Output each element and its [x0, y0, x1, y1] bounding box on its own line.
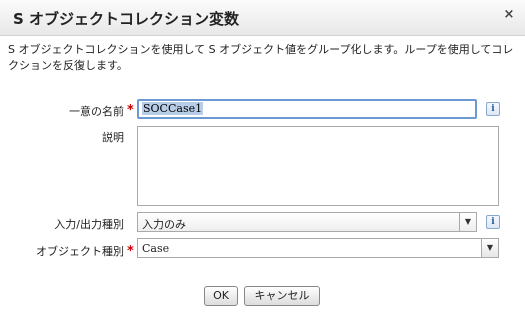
- unique-name-required-mark: *: [127, 103, 134, 118]
- io-type-info-icon[interactable]: i: [486, 215, 500, 229]
- object-type-value: Case: [142, 242, 170, 255]
- ok-button[interactable]: OK: [204, 286, 238, 306]
- description-label: 説明: [102, 131, 124, 144]
- unique-name-label: 一意の名前: [69, 105, 124, 118]
- sobject-collection-variable-dialog: S オブジェクトコレクション変数 × S オブジェクトコレクションを使用して S…: [0, 0, 525, 312]
- chevron-down-icon[interactable]: ▼: [481, 239, 498, 257]
- io-type-select[interactable]: 入力のみ ▼: [137, 212, 477, 232]
- io-type-label: 入力/出力種別: [54, 218, 124, 231]
- io-type-value: 入力のみ: [142, 218, 186, 231]
- object-type-required-mark: *: [127, 244, 134, 259]
- dialog-title: S オブジェクトコレクション変数: [13, 10, 240, 28]
- dialog-titlebar: S オブジェクトコレクション変数 ×: [0, 0, 525, 36]
- cancel-button[interactable]: キャンセル: [244, 286, 320, 306]
- object-type-combobox[interactable]: Case ▼: [137, 238, 499, 258]
- object-type-label: オブジェクト種別: [36, 245, 124, 258]
- dialog-description: S オブジェクトコレクションを使用して S オブジェクト値をグループ化します。ル…: [8, 43, 514, 72]
- unique-name-input[interactable]: SOCCase1: [137, 99, 477, 119]
- unique-name-info-icon[interactable]: i: [486, 102, 500, 116]
- unique-name-value: SOCCase1: [142, 102, 204, 115]
- chevron-down-icon[interactable]: ▼: [459, 213, 476, 231]
- description-textarea[interactable]: [137, 126, 499, 206]
- close-icon[interactable]: ×: [502, 8, 516, 22]
